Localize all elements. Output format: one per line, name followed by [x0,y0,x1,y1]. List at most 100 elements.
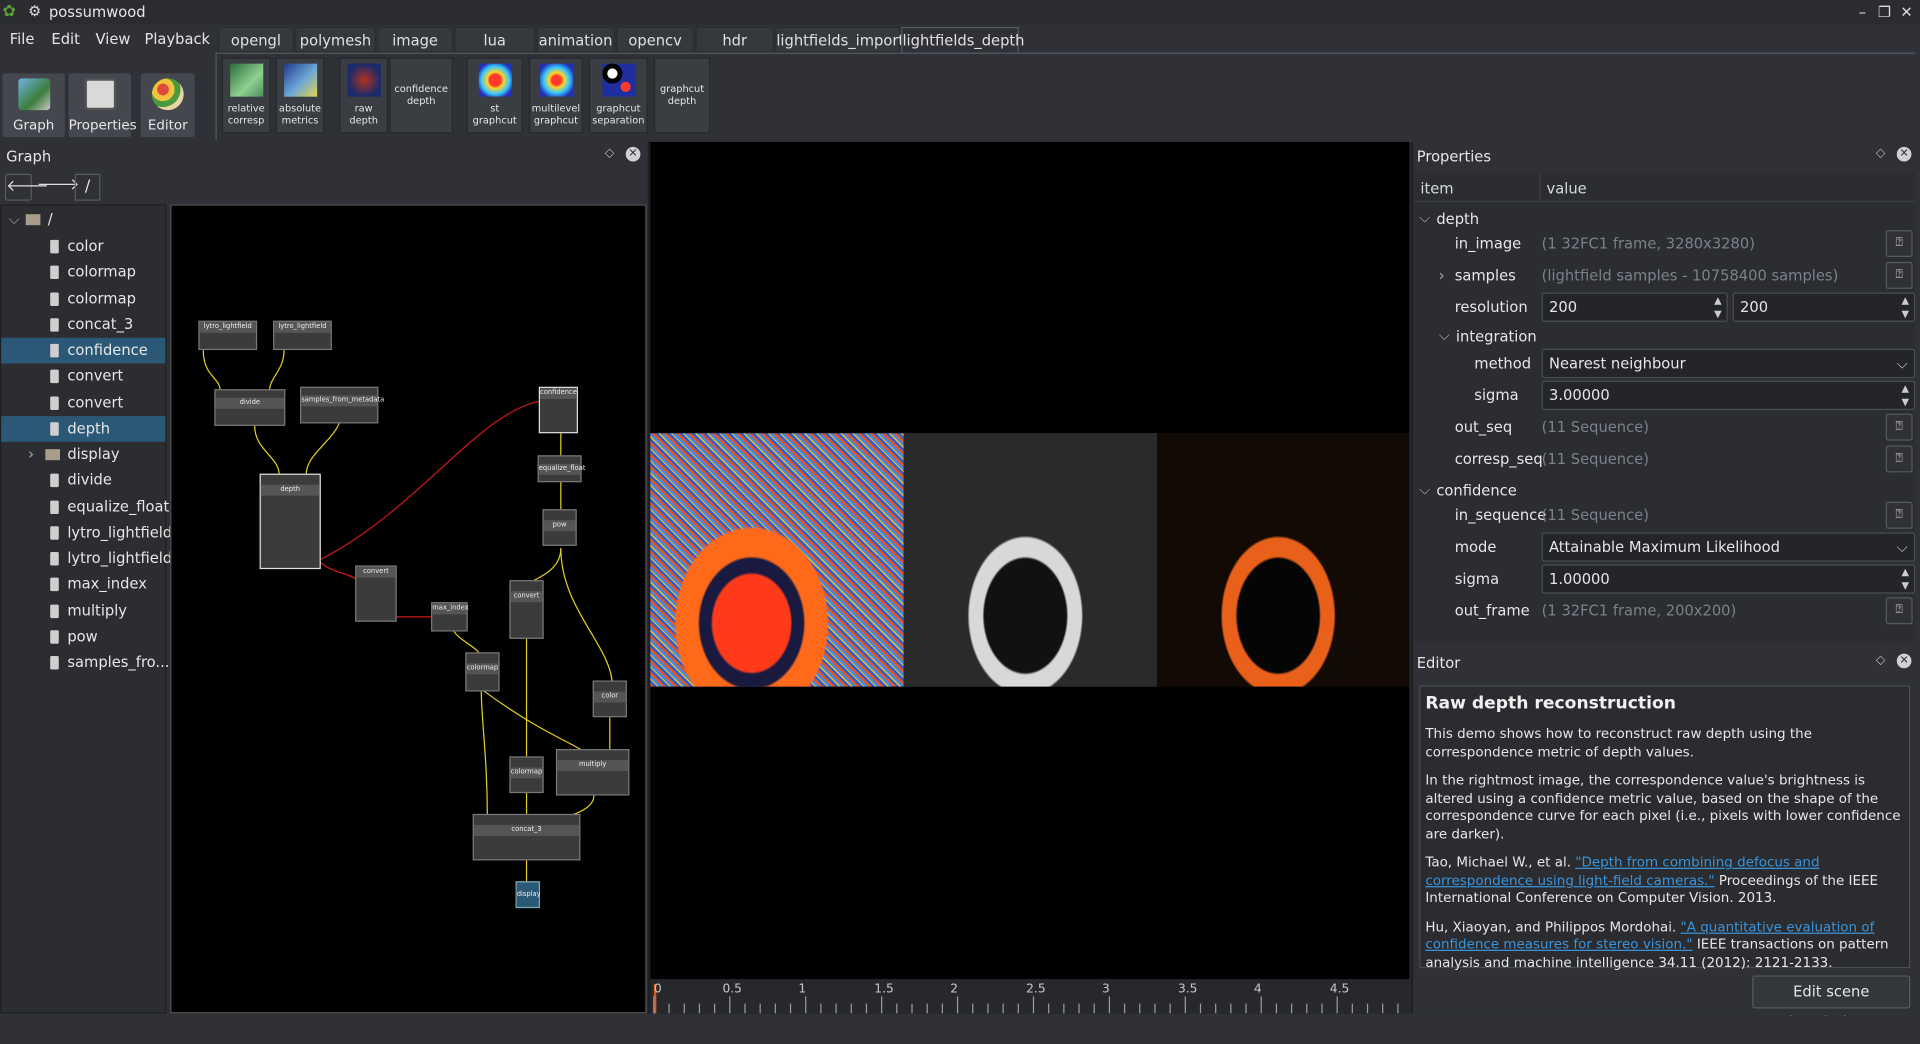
corresp-seq-detail-button[interactable]: ⍰ [1885,445,1913,473]
tab-hdr[interactable]: hdr [695,26,774,53]
mode-select[interactable]: Attainable Maximum Likelihood ⌵ [1541,532,1916,562]
spin-arrows-icon[interactable]: ▲ ▼ [1901,294,1909,321]
close-graph-panel-icon[interactable]: ✕ [625,146,641,162]
out-frame-detail-button[interactable]: ⍰ [1885,597,1913,625]
graph-node-colormap-2[interactable]: colormap [509,756,544,794]
3d-viewport[interactable] [650,141,1410,1014]
spin-arrows-icon[interactable]: ▲ ▼ [1901,565,1909,592]
settings-icon[interactable]: ⚙ [28,2,45,19]
tree-root[interactable]: ⌵ / [1,207,165,233]
timeline[interactable]: 0 0.5 1 1.5 2 2.5 3 3.5 4 4.5 [650,979,1410,1014]
minimize-button[interactable]: – [1853,2,1873,22]
graph-node-lytro-2[interactable]: lytro_lightfield [273,320,332,351]
tree-item[interactable]: color [1,234,165,260]
tree-item[interactable]: concat_3 [1,312,165,338]
menu-edit[interactable]: Edit [51,31,79,48]
tree-item[interactable]: colormap [1,286,165,312]
tool-confidence-depth[interactable]: confidence depth [389,57,454,134]
out-seq-detail-button[interactable]: ⍰ [1885,413,1913,441]
graph-node-samples[interactable]: samples_from_metadata [300,386,384,424]
float-panel-icon[interactable]: ◇ [1876,147,1885,160]
path-breadcrumb[interactable]: / [74,173,101,201]
tree-item[interactable]: equalize_float [1,494,169,520]
tool-raw-depth[interactable]: raw depth [339,57,389,134]
graph-node-divide[interactable]: divide [214,389,286,426]
graph-node-pow[interactable]: pow [542,509,577,546]
tab-lightfields-import[interactable]: lightfields_import [775,26,904,53]
properties-button[interactable]: Properties [68,73,137,138]
back-button[interactable]: 🡐 [4,173,49,201]
float-panel-icon[interactable]: ◇ [605,147,614,160]
samples-detail-button[interactable]: ⍰ [1885,261,1913,289]
chevron-right-icon[interactable]: › [28,442,34,468]
tree-item[interactable]: convert [1,390,165,416]
editor-button[interactable]: Editor [140,73,195,138]
chevron-down-icon[interactable]: ⌵ [1419,481,1430,499]
close-editor-panel-icon[interactable]: ✕ [1896,653,1912,669]
method-select[interactable]: Nearest neighbour ⌵ [1541,348,1916,379]
tab-image[interactable]: image [377,26,454,53]
tree-item[interactable]: lytro_lightfield [1,520,172,546]
graph-node-colormap-1[interactable]: colormap [465,652,500,692]
close-window-button[interactable]: ✕ [1897,2,1917,22]
tree-item[interactable]: lytro_lightfield [1,546,172,572]
menu-playback[interactable]: Playback [144,31,210,48]
graph-editor[interactable]: lytro_lightfield lytro_lightfield divide… [170,204,647,1014]
confidence-sigma-spinbox[interactable]: 1.00000 ▲ ▼ [1541,564,1916,594]
graph-node-confidence[interactable]: confidence [538,386,578,434]
graph-button[interactable]: Graph [2,73,65,138]
chevron-right-icon[interactable]: › [1439,267,1445,284]
menu-view[interactable]: View [96,31,131,48]
splitter[interactable] [1410,141,1414,1014]
tab-animation[interactable]: animation [536,26,615,53]
tree-item[interactable]: samples_fro... [1,650,169,676]
tool-absolute-metrics[interactable]: absolute metrics [275,57,325,134]
tree-item[interactable]: colormap [1,260,165,286]
graph-node-equalize-float[interactable]: equalize_float [537,455,586,483]
tree-item[interactable]: multiply [1,598,165,624]
in-image-detail-button[interactable]: ⍰ [1885,230,1913,258]
chevron-down-icon[interactable]: ⌵ [1419,209,1430,227]
edit-scene-description-button[interactable]: Edit scene description... [1752,975,1911,1031]
tree-item[interactable]: depth [1,415,166,442]
in-sequence-detail-button[interactable]: ⍰ [1885,501,1913,529]
resolution-x-spinbox[interactable]: 200 ▲ ▼ [1541,292,1728,322]
splitter[interactable] [647,141,651,1014]
tab-lightfields-depth[interactable]: lightfields_depth [901,26,1025,53]
tree-item[interactable]: confidence [1,337,166,364]
graph-node-multiply[interactable]: multiply [555,749,630,796]
tab-opengl[interactable]: opengl [217,26,294,53]
tab-polymesh[interactable]: polymesh [295,26,376,53]
graph-node-convert-1[interactable]: convert [355,565,397,622]
float-panel-icon[interactable]: ◇ [1876,654,1885,667]
tool-graphcut-depth[interactable]: graphcut depth [653,57,711,134]
tab-lua[interactable]: lua [454,26,536,53]
chevron-down-icon[interactable]: ⌵ [1439,327,1450,345]
graph-node-display[interactable]: display [515,881,541,909]
tab-opencv[interactable]: opencv [615,26,695,53]
spin-arrows-icon[interactable]: ▲ ▼ [1901,382,1909,409]
menu-file[interactable]: File [10,31,35,48]
tree-item[interactable]: convert [1,364,165,390]
tool-st-graphcut[interactable]: st graphcut [466,57,523,134]
tree-item[interactable]: divide [1,468,165,494]
sigma-spinbox[interactable]: 3.00000 ▲ ▼ [1541,380,1916,411]
graph-node-depth[interactable]: depth [259,473,321,570]
graph-node-lytro-1[interactable]: lytro_lightfield [198,320,258,351]
spin-arrows-icon[interactable]: ▲ ▼ [1714,294,1722,321]
tree-item[interactable]: › display [1,442,165,468]
tool-multilevel-graphcut[interactable]: multilevel graphcut [528,57,583,134]
forward-button[interactable]: 🡒 [37,174,80,201]
maximize-button[interactable]: ❐ [1875,2,1895,22]
graph-node-concat[interactable]: concat_3 [472,813,581,861]
node-tree[interactable]: ⌵ / color colormap colormap concat_3 confide… [0,204,172,1014]
graph-node-color[interactable]: color [592,680,627,718]
tree-item[interactable]: max_index [1,572,165,598]
tree-item[interactable]: pow [1,624,165,650]
resolution-y-spinbox[interactable]: 200 ▲ ▼ [1732,292,1916,322]
graph-node-max-index[interactable]: max_index [431,602,469,632]
close-properties-panel-icon[interactable]: ✕ [1896,146,1912,162]
tool-relative-corresp[interactable]: relative corresp [221,57,271,134]
graph-node-convert-2[interactable]: convert [509,580,544,639]
tool-graphcut-separation[interactable]: graphcut separation [588,57,648,134]
